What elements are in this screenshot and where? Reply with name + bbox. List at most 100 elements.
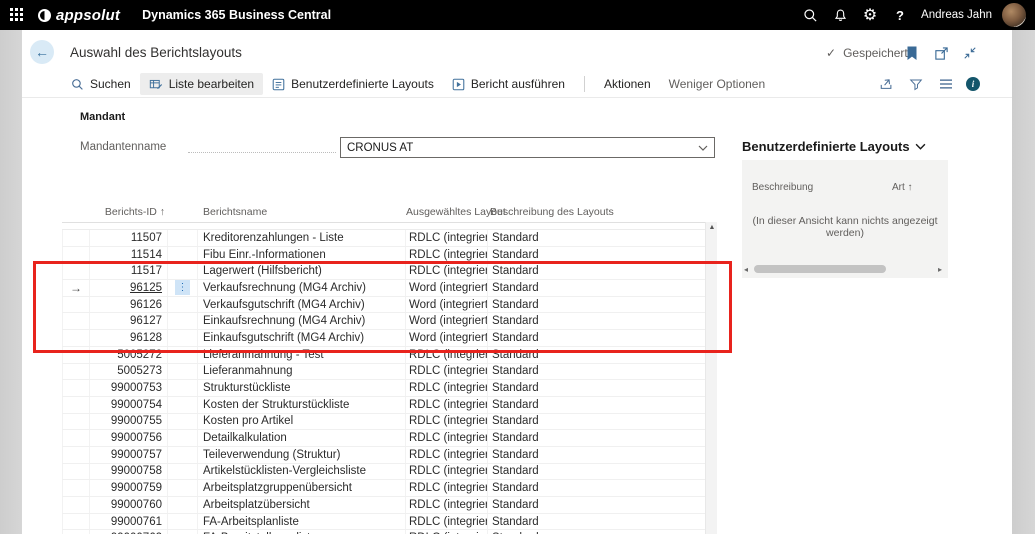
selected-layout-cell[interactable]: RDLC (integriert) bbox=[406, 514, 488, 530]
selected-layout-cell[interactable]: RDLC (integriert) bbox=[406, 447, 488, 463]
layout-description-cell[interactable]: Standard bbox=[488, 480, 705, 496]
layout-description-cell[interactable]: Standard bbox=[488, 280, 705, 296]
help-icon[interactable]: ? bbox=[885, 0, 915, 30]
selected-layout-cell[interactable]: RDLC (integriert) bbox=[406, 364, 488, 380]
layout-description-cell[interactable]: Standard bbox=[488, 347, 705, 363]
run-report-button[interactable]: Bericht ausführen bbox=[443, 73, 574, 95]
table-row[interactable]: 96126Verkaufsgutschrift (MG4 Archiv)Word… bbox=[62, 297, 705, 314]
product-name[interactable]: Dynamics 365 Business Central bbox=[142, 8, 331, 22]
bookmark-icon[interactable] bbox=[903, 44, 921, 62]
layout-description-cell[interactable]: Standard bbox=[488, 380, 705, 396]
chevron-down-icon[interactable] bbox=[698, 142, 708, 154]
report-id-cell[interactable]: 96128 bbox=[90, 330, 168, 346]
filter-icon[interactable] bbox=[906, 74, 926, 94]
report-id-cell[interactable]: 11507 bbox=[90, 230, 168, 246]
report-name-cell[interactable]: Artikelstücklisten-Vergleichsliste bbox=[198, 464, 406, 480]
report-name-cell[interactable]: Teileverwendung (Struktur) bbox=[198, 447, 406, 463]
report-name-cell[interactable]: Lagerwert (Hilfsbericht) bbox=[198, 263, 406, 279]
report-id-cell[interactable]: 96126 bbox=[90, 297, 168, 313]
scroll-right-arrow-icon[interactable]: ▸ bbox=[938, 265, 946, 274]
report-name-cell[interactable]: Fibu Einr.-Informationen bbox=[198, 247, 406, 263]
scrollbar-thumb[interactable] bbox=[754, 265, 886, 273]
report-name-cell[interactable]: FA-Arbeitsplanliste bbox=[198, 514, 406, 530]
table-row[interactable]: 11514 Fibu Einr.-InformationenRDLC (integ… bbox=[62, 247, 705, 264]
report-name-cell[interactable]: Einkaufsrechnung (MG4 Archiv) bbox=[198, 313, 406, 329]
layout-description-cell[interactable]: Standard bbox=[488, 263, 705, 279]
mandant-name-select[interactable]: CRONUS AT bbox=[340, 137, 715, 158]
report-name-cell[interactable]: FA-Bereitstellungsliste bbox=[198, 530, 406, 534]
row-menu-cell[interactable]: ⋮ bbox=[168, 280, 198, 296]
layout-description-cell[interactable]: Standard bbox=[488, 330, 705, 346]
column-header-beschreibung[interactable]: Beschreibung des Layouts bbox=[490, 206, 614, 218]
column-header-berichtsname[interactable]: Berichtsname bbox=[203, 206, 267, 218]
selected-layout-cell[interactable]: Word (integriert) bbox=[406, 297, 488, 313]
selected-layout-cell[interactable]: RDLC (integriert) bbox=[406, 380, 488, 396]
report-id-cell[interactable]: 99000758 bbox=[90, 464, 168, 480]
table-row[interactable]: →96125⋮Verkaufsrechnung (MG4 Archiv)Word… bbox=[62, 280, 705, 297]
table-vertical-scrollbar[interactable]: ▲ bbox=[705, 222, 717, 534]
report-id-cell[interactable]: 99000753 bbox=[90, 380, 168, 396]
panel-col-art[interactable]: Art ↑ bbox=[892, 182, 913, 193]
layout-description-cell[interactable]: Standard bbox=[488, 364, 705, 380]
layout-description-cell[interactable]: Standard bbox=[488, 497, 705, 513]
column-header-berichts-id[interactable]: Berichts-ID ↑ bbox=[90, 206, 165, 218]
layout-description-cell[interactable]: Standard bbox=[488, 514, 705, 530]
custom-layouts-button[interactable]: Benutzerdefinierte Layouts bbox=[263, 73, 443, 95]
user-name[interactable]: Andreas Jahn bbox=[921, 9, 992, 21]
layout-description-cell[interactable]: Standard bbox=[488, 430, 705, 446]
table-row[interactable]: 99000762FA-BereitstellungslisteRDLC (int… bbox=[62, 530, 705, 534]
report-name-cell[interactable]: Lieferanmahnung bbox=[198, 364, 406, 380]
table-row[interactable]: 5005273LieferanmahnungRDLC (integriert)S… bbox=[62, 364, 705, 381]
selected-layout-cell[interactable]: RDLC (integriert) bbox=[406, 464, 488, 480]
report-name-cell[interactable]: Verkaufsrechnung (MG4 Archiv) bbox=[198, 280, 406, 296]
appsolut-logo[interactable]: appsolut bbox=[38, 7, 120, 24]
table-row[interactable]: 11507Kreditorenzahlungen - ListeRDLC (in… bbox=[62, 230, 705, 247]
selected-layout-cell[interactable]: RDLC (integriert) bbox=[406, 397, 488, 413]
back-button[interactable]: ← bbox=[30, 40, 54, 64]
search-icon[interactable] bbox=[795, 0, 825, 30]
panel-horizontal-scrollbar[interactable]: ◂ ▸ bbox=[744, 264, 946, 274]
table-row[interactable]: 99000754Kosten der StrukturstücklisteRDL… bbox=[62, 397, 705, 414]
selected-layout-cell[interactable]: RDLC (integriert) bbox=[406, 414, 488, 430]
layout-description-cell[interactable]: Standard bbox=[488, 313, 705, 329]
report-id-cell[interactable]: 99000757 bbox=[90, 447, 168, 463]
layout-description-cell[interactable]: Standard bbox=[488, 297, 705, 313]
report-id-cell[interactable]: 99000762 bbox=[90, 530, 168, 534]
report-name-cell[interactable]: Strukturstückliste bbox=[198, 380, 406, 396]
selected-layout-cell[interactable]: RDLC (integriert) bbox=[406, 247, 488, 263]
report-id-cell[interactable]: 99000760 bbox=[90, 497, 168, 513]
layout-description-cell[interactable]: Standard bbox=[488, 464, 705, 480]
selected-layout-cell[interactable]: Word (integriert) bbox=[406, 280, 488, 296]
report-name-cell[interactable]: Detailkalkulation bbox=[198, 430, 406, 446]
layout-description-cell[interactable]: Standard bbox=[488, 397, 705, 413]
table-row[interactable]: 99000761FA-ArbeitsplanlisteRDLC (integri… bbox=[62, 514, 705, 531]
report-id-cell[interactable]: 11514 bbox=[90, 247, 168, 263]
report-name-cell[interactable]: Kosten der Strukturstückliste bbox=[198, 397, 406, 413]
collapse-page-icon[interactable] bbox=[961, 44, 979, 62]
report-id-cell[interactable]: 96127 bbox=[90, 313, 168, 329]
table-row[interactable]: 99000753 StrukturstücklisteRDLC (integrie… bbox=[62, 380, 705, 397]
report-id-cell[interactable]: 99000755 bbox=[90, 414, 168, 430]
selected-layout-cell[interactable]: RDLC (integriert) bbox=[406, 430, 488, 446]
table-row[interactable]: 99000756DetailkalkulationRDLC (integrier… bbox=[62, 430, 705, 447]
report-name-cell[interactable]: Kreditorenzahlungen - Liste bbox=[198, 230, 406, 246]
scroll-left-arrow-icon[interactable]: ◂ bbox=[744, 265, 752, 274]
table-row[interactable]: 99000759 ArbeitsplatzgruppenübersichtRDLC… bbox=[62, 480, 705, 497]
table-row[interactable]: 99000755 Kosten pro ArtikelRDLC (integrie… bbox=[62, 414, 705, 431]
list-view-icon[interactable] bbox=[936, 74, 956, 94]
table-row[interactable]: 99000758 Artikelstücklisten-Vergleichslis… bbox=[62, 464, 705, 481]
selected-layout-cell[interactable]: RDLC (integriert) bbox=[406, 480, 488, 496]
report-id-cell[interactable]: 99000759 bbox=[90, 480, 168, 496]
search-list-button[interactable]: Suchen bbox=[62, 73, 140, 95]
layout-description-cell[interactable]: Standard bbox=[488, 414, 705, 430]
layout-description-cell[interactable]: Standard bbox=[488, 230, 705, 246]
report-name-cell[interactable]: Arbeitsplatzgruppenübersicht bbox=[198, 480, 406, 496]
table-row[interactable]: 5005272Lieferanmahnung - TestRDLC (integ… bbox=[62, 347, 705, 364]
panel-col-beschreibung[interactable]: Beschreibung bbox=[752, 182, 813, 193]
notifications-bell-icon[interactable] bbox=[825, 0, 855, 30]
table-row[interactable]: 99000760ArbeitsplatzübersichtRDLC (integ… bbox=[62, 497, 705, 514]
layout-description-cell[interactable]: Standard bbox=[488, 530, 705, 534]
app-launcher-icon[interactable] bbox=[10, 8, 24, 22]
report-name-cell[interactable]: Kosten pro Artikel bbox=[198, 414, 406, 430]
selected-layout-cell[interactable]: Word (integriert) bbox=[406, 313, 488, 329]
